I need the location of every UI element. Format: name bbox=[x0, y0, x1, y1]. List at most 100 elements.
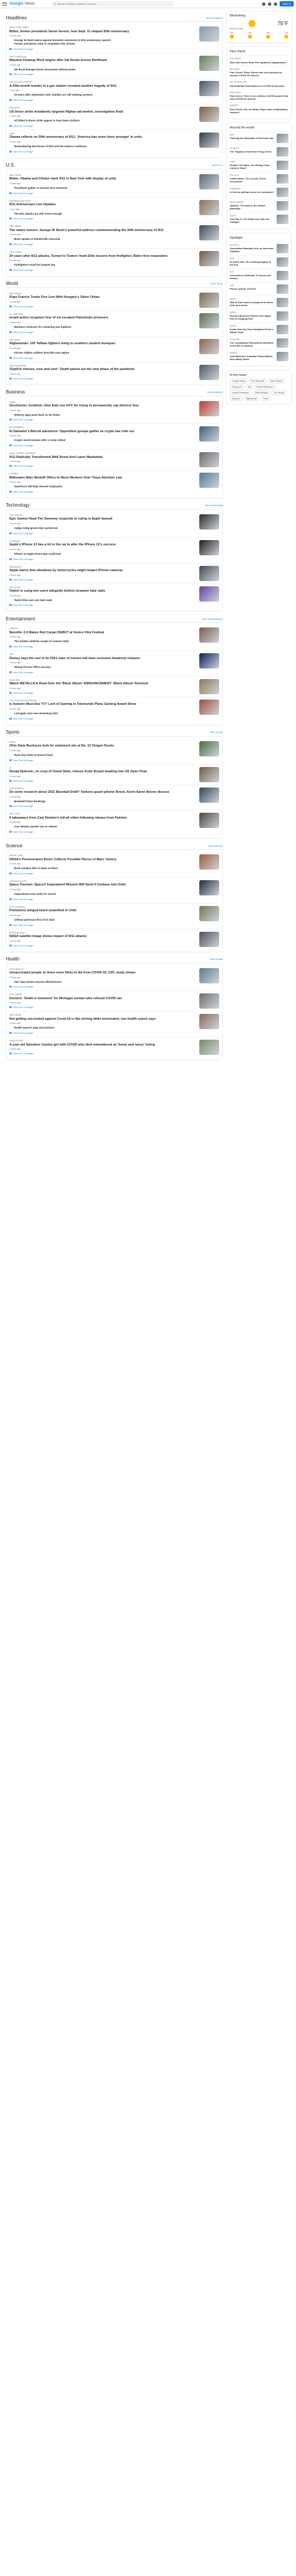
full-coverage-link[interactable]: View Full Coverage bbox=[9, 944, 196, 947]
topic-chip[interactable]: Tom Brady bbox=[271, 390, 287, 395]
app-logo[interactable]: Google News bbox=[9, 2, 35, 6]
story-headline[interactable]: Is Autumn Must-See TV? Lord of Gaming in… bbox=[9, 702, 196, 707]
side-story-headline[interactable]: Just Say It: The Death Can Take the Coll… bbox=[230, 218, 274, 223]
side-thumbnail[interactable] bbox=[277, 338, 288, 348]
side-story-headline[interactable]: The Tragedy of America's Drug Crisis bbox=[230, 150, 274, 153]
side-story[interactable]: NYT Coronavirus Outbreak: A 15-year-old h… bbox=[230, 268, 288, 282]
topic-chip[interactable]: 9/11 Memorial bbox=[249, 378, 267, 383]
story-source[interactable]: VARIETY bbox=[9, 627, 196, 630]
related-headline[interactable]: Health experts urge vaccinations bbox=[14, 1026, 196, 1030]
story-source[interactable]: NBC NEWS bbox=[9, 174, 196, 177]
related-headline[interactable]: Twitch files suit over hate raids bbox=[14, 599, 196, 602]
side-story-headline[interactable]: Fact Check: Did Joe Biden Reject Idea of… bbox=[230, 108, 288, 114]
story-source[interactable]: USA TODAY bbox=[9, 251, 196, 253]
side-story[interactable]: ATLANTIC The Tragedy of America's Drug Cr… bbox=[230, 144, 288, 158]
story-source[interactable]: CBS SPORTS bbox=[9, 788, 196, 790]
side-thumbnail[interactable] bbox=[277, 257, 288, 267]
side-story-headline[interactable]: Judith Miller: The secrets of 9/11 Journ… bbox=[230, 177, 274, 183]
full-coverage-link[interactable]: View Full Coverage bbox=[9, 1006, 196, 1009]
topic-chip[interactable]: Djokovic bbox=[230, 396, 243, 401]
story-thumbnail[interactable] bbox=[199, 401, 219, 416]
side-thumbnail[interactable] bbox=[277, 174, 288, 184]
side-story-headline[interactable]: Google Can Warn: Are Rising Costs Likely… bbox=[230, 164, 274, 169]
story-thumbnail[interactable] bbox=[199, 313, 219, 328]
story-source[interactable]: SCIENCE DAILY bbox=[9, 932, 196, 934]
more-link[interactable]: More Science bbox=[209, 844, 223, 847]
side-thumbnail[interactable] bbox=[277, 284, 288, 294]
story-thumbnail[interactable] bbox=[199, 880, 219, 895]
story-headline[interactable]: 20 years after 9/11 attacks, Turned to T… bbox=[9, 254, 196, 259]
story-thumbnail[interactable] bbox=[199, 81, 219, 97]
side-story[interactable]: POLITIFACT Were two Desert Rose Fire spot… bbox=[230, 55, 288, 66]
related-headline[interactable]: Presidents gather at Ground Zero memoria… bbox=[14, 186, 196, 190]
full-coverage-link[interactable]: View Full Coverage bbox=[9, 805, 196, 807]
full-coverage-link[interactable]: View Full Coverage bbox=[9, 759, 196, 762]
side-thumbnail[interactable] bbox=[277, 160, 288, 170]
related-headline[interactable]: Shang-Chi box office success bbox=[14, 666, 196, 669]
more-link[interactable]: More Health bbox=[210, 958, 223, 961]
full-coverage-link[interactable]: View Full Coverage bbox=[9, 124, 196, 127]
story-headline[interactable]: Biden, Obama and Clinton mark 9/11 in Ne… bbox=[9, 177, 196, 181]
section-title[interactable]: Headlines bbox=[6, 15, 27, 21]
story-thumbnail[interactable] bbox=[199, 766, 219, 782]
topic-chip[interactable]: Leylah Fernandez bbox=[230, 390, 251, 395]
story-headline[interactable]: US drone strike mistakenly targeted Afgh… bbox=[9, 110, 196, 114]
section-title[interactable]: Health bbox=[6, 956, 19, 962]
side-story-headline[interactable]: Is Greece getting closer to a lockdown? bbox=[230, 191, 274, 194]
full-coverage-link[interactable]: View Full Coverage bbox=[9, 645, 196, 648]
section-title[interactable]: U.S. bbox=[6, 162, 15, 168]
story-headline[interactable]: Biden, former presidents honor heroes, h… bbox=[9, 30, 196, 34]
story-source[interactable]: NFL.COM bbox=[9, 813, 196, 815]
side-thumbnail[interactable] bbox=[277, 297, 288, 307]
story-source[interactable]: THE VERGE bbox=[9, 514, 196, 517]
side-story-headline[interactable]: Fact Check: Pfizer Stocks was not inform… bbox=[230, 71, 288, 77]
story-thumbnail[interactable] bbox=[199, 426, 219, 442]
story-thumbnail[interactable] bbox=[199, 514, 219, 530]
story-thumbnail[interactable] bbox=[199, 452, 219, 468]
story-headline[interactable]: 'Explicit choices, over and over': Death… bbox=[9, 368, 196, 372]
full-coverage-link[interactable]: View Full Coverage bbox=[9, 578, 196, 581]
story-thumbnail[interactable] bbox=[199, 993, 219, 1009]
related-headline[interactable]: Former presidents unite to remember 9/11… bbox=[14, 42, 196, 46]
related-headline[interactable]: Inspiration4 crew ready for launch bbox=[14, 892, 196, 896]
story-headline[interactable]: Doctors: 'Death is imminent' for Michiga… bbox=[9, 997, 196, 1001]
story-source[interactable]: HOLLYWOOD REPORTER bbox=[9, 700, 196, 702]
related-headline[interactable]: Crypto mixed reviews after a rocky rollo… bbox=[14, 439, 196, 442]
side-story-headline[interactable]: The 'nonpartisan' Bernardelli Attenders … bbox=[230, 341, 274, 347]
story-headline[interactable]: Do some research about 2021 Baseball Dra… bbox=[9, 790, 196, 795]
story-source[interactable]: REUTERS bbox=[9, 107, 196, 109]
story-thumbnail[interactable] bbox=[199, 1014, 219, 1030]
story-headline[interactable]: Bennifer 2.0 Makes Red Carpet DEBUT at V… bbox=[9, 631, 196, 635]
story-headline[interactable]: Watch METALLICA Read Over the 'Black Alb… bbox=[9, 682, 196, 686]
full-coverage-link[interactable]: View Full Coverage bbox=[9, 357, 196, 359]
story-thumbnail[interactable] bbox=[199, 364, 219, 380]
more-link[interactable]: More Technology bbox=[205, 504, 223, 507]
side-story[interactable]: AXIOS Half of Gulf Coast is prepared to t… bbox=[230, 295, 288, 309]
story-headline[interactable]: Doorbuster, Grubhub, Uber Eats sue NYC f… bbox=[9, 404, 196, 408]
story-source[interactable]: WALL STREET JOURNAL bbox=[9, 452, 196, 454]
story-headline[interactable]: Twitch is suing two users allegedly behi… bbox=[9, 589, 196, 593]
side-story[interactable]: USA TODAY Fact check: There is no evidenc… bbox=[230, 89, 288, 103]
side-story-headline[interactable]: Coronavirus Outbreak: A 15-year-old hist… bbox=[230, 274, 274, 280]
story-source[interactable]: BBC NEWS bbox=[9, 293, 196, 295]
story-headline[interactable]: A 20th-month murder in a gas station rev… bbox=[9, 84, 196, 89]
side-thumbnail[interactable] bbox=[277, 201, 288, 211]
side-story-headline[interactable]: 20 years later, the enduring legacy of t… bbox=[230, 260, 274, 266]
story-thumbnail[interactable] bbox=[199, 627, 219, 643]
side-story[interactable]: POYNTER The 'nonpartisan' Bernardelli Att… bbox=[230, 335, 288, 349]
side-story-headline[interactable]: Social Media Posts Misled on COVID-19 Va… bbox=[230, 84, 288, 87]
settings-icon[interactable] bbox=[268, 2, 272, 6]
more-link[interactable]: More Sports bbox=[210, 731, 223, 734]
story-source[interactable]: IGN bbox=[9, 653, 196, 656]
related-headline[interactable]: Manhunt continues for remaining two fugi… bbox=[14, 325, 196, 329]
full-coverage-link[interactable]: View Full Coverage bbox=[9, 671, 196, 674]
apps-icon[interactable] bbox=[274, 2, 278, 6]
section-title[interactable]: Science bbox=[6, 843, 22, 849]
story-headline[interactable]: A year-old Salvation Cavalry girl with C… bbox=[9, 1043, 196, 1047]
related-headline[interactable]: Chilean pterosaur first of its kind bbox=[14, 918, 196, 922]
story-thumbnail[interactable] bbox=[199, 473, 219, 488]
story-headline[interactable]: 9/11 Anniversary Live Updates bbox=[9, 203, 196, 207]
section-title[interactable]: World bbox=[6, 281, 18, 286]
more-link[interactable]: More U.S. bbox=[212, 164, 223, 167]
related-headline[interactable]: Ryan Day looks to bounce back bbox=[14, 754, 196, 757]
